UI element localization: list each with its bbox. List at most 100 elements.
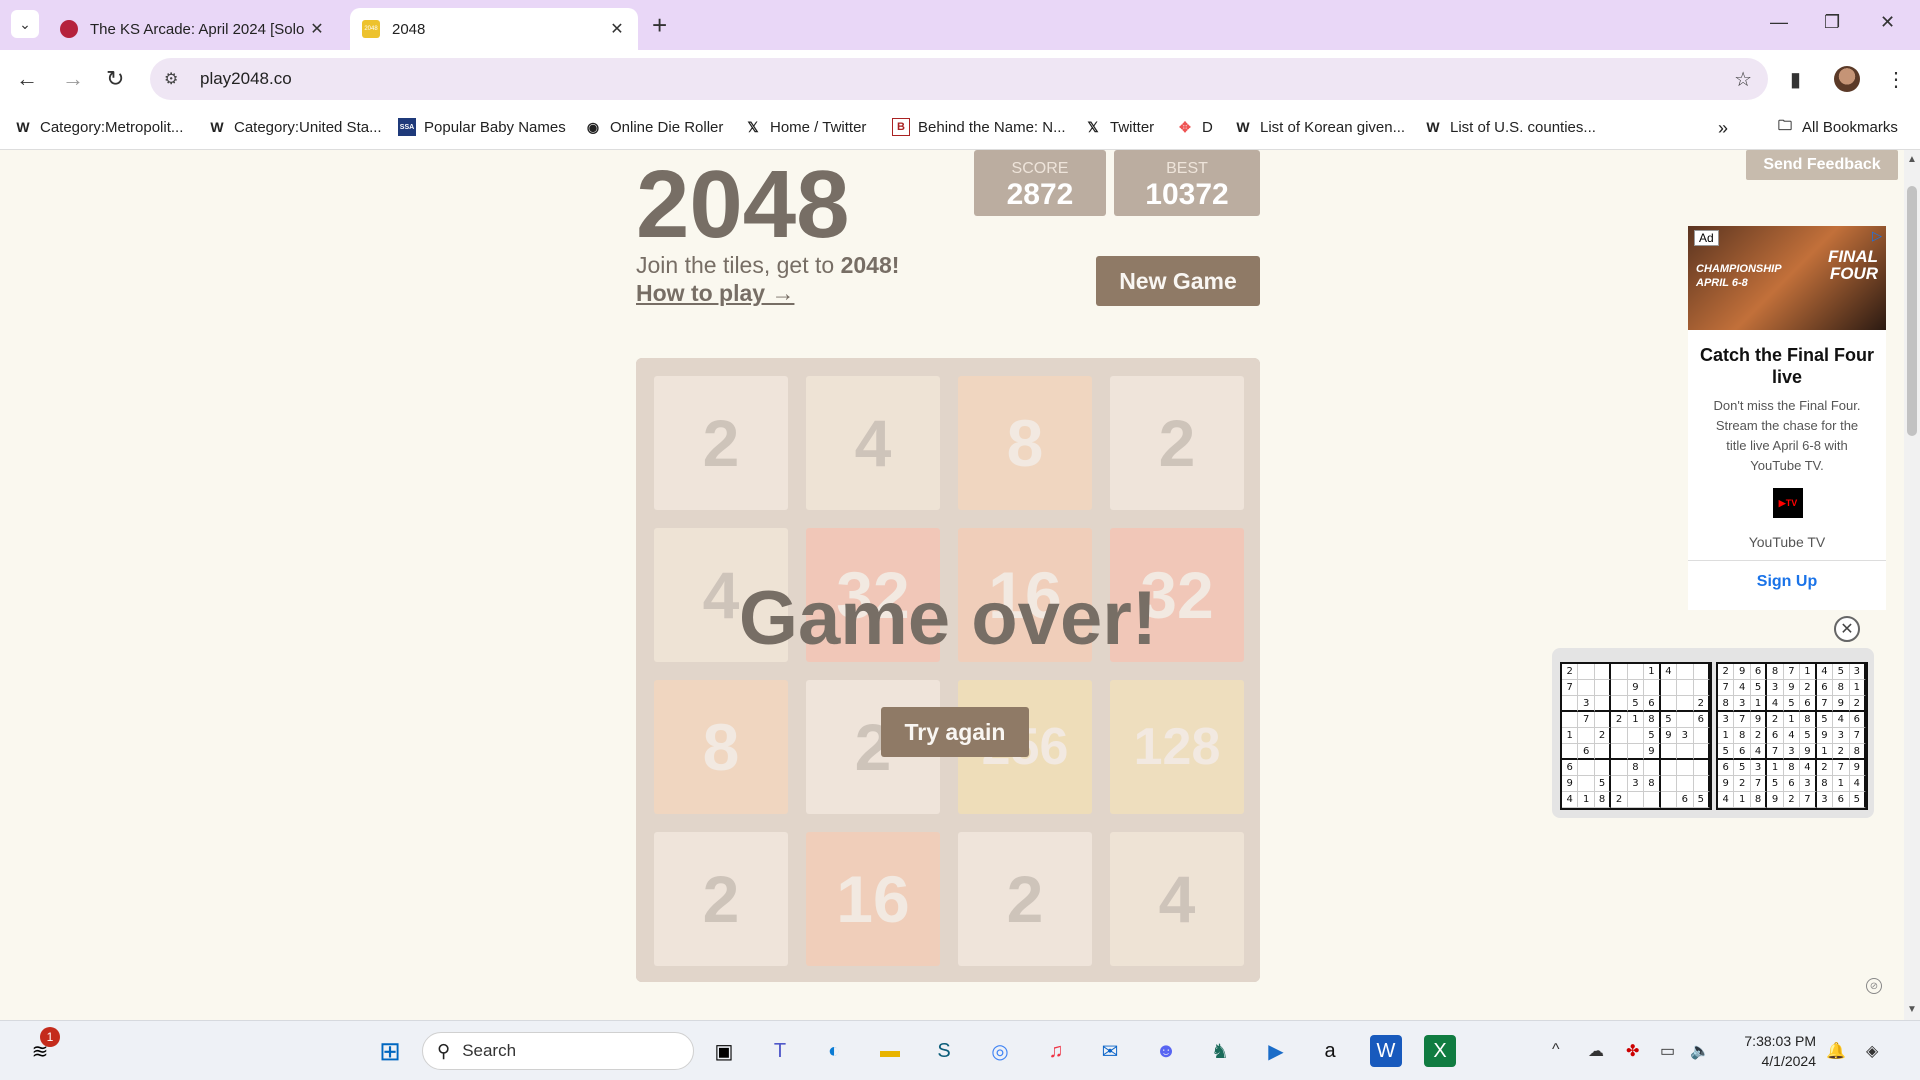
- globe-icon: ◉: [586, 118, 600, 135]
- profile-avatar[interactable]: [1834, 66, 1860, 92]
- ad-badge: Ad: [1694, 230, 1719, 246]
- bookmark-item[interactable]: SSA Popular Baby Names: [398, 118, 566, 136]
- sudoku-cell: 3: [1849, 664, 1866, 680]
- sudoku-cell: [1677, 696, 1694, 712]
- bookmark-item[interactable]: ✥ D: [1176, 118, 1213, 136]
- minimize-icon[interactable]: —: [1770, 12, 1788, 33]
- taskbar-search[interactable]: ⚲ Search: [422, 1032, 694, 1070]
- close-tab-icon[interactable]: ✕: [608, 19, 626, 39]
- show-hidden-icons-icon[interactable]: ^: [1552, 1041, 1560, 1059]
- ad-info-icon[interactable]: ⊘: [1866, 978, 1882, 994]
- amazon-icon[interactable]: a: [1314, 1035, 1346, 1067]
- discord-icon[interactable]: ☻: [1150, 1035, 1182, 1067]
- intro-prefix: Join the tiles, get to: [636, 252, 841, 278]
- tab-search-button[interactable]: ⌄: [11, 10, 39, 38]
- chrome-icon[interactable]: ◎: [984, 1035, 1016, 1067]
- sudoku-cell: 4: [1660, 664, 1678, 680]
- sudoku-ad[interactable]: 2147935627218561259369689538418265 29687…: [1552, 648, 1874, 818]
- volume-icon[interactable]: 🔈: [1690, 1041, 1710, 1061]
- all-bookmarks[interactable]: 🗀 All Bookmarks: [1776, 117, 1898, 136]
- clock[interactable]: 7:38:03 PM 4/1/2024: [1736, 1031, 1816, 1071]
- start-icon[interactable]: ⊞: [374, 1035, 406, 1067]
- bookmark-item[interactable]: W List of Korean given...: [1234, 118, 1405, 136]
- restore-icon[interactable]: ❐: [1824, 12, 1840, 33]
- tab-ks-arcade[interactable]: The KS Arcade: April 2024 [Solo ✕: [48, 8, 338, 50]
- edge-icon[interactable]: ◐: [818, 1035, 850, 1067]
- bookmark-item[interactable]: W Category:Metropolit...: [14, 118, 183, 136]
- ad-image[interactable]: CHAMPIONSHIP APRIL 6-8 FINAL FOUR Ad ▷: [1688, 226, 1886, 330]
- scroll-down-icon[interactable]: ▼: [1907, 1004, 1917, 1015]
- scrollbar-thumb[interactable]: [1907, 186, 1917, 436]
- more-bookmarks-icon[interactable]: »: [1718, 118, 1728, 139]
- sudoku-cell: [1627, 728, 1645, 744]
- notifications-bell-icon[interactable]: 🔔: [1826, 1041, 1846, 1061]
- tab-2048[interactable]: 2048 2048 ✕: [350, 8, 638, 50]
- sudoku-cell: [1562, 712, 1579, 728]
- sudoku-cell: 1: [1800, 664, 1817, 680]
- sudoku-cell: [1644, 760, 1661, 776]
- app-cat-icon[interactable]: ♞: [1204, 1035, 1236, 1067]
- bookmark-label: Behind the Name: N...: [918, 118, 1066, 136]
- excel-icon[interactable]: X: [1424, 1035, 1456, 1067]
- copilot-icon[interactable]: ◈: [1866, 1041, 1878, 1061]
- app-s-icon[interactable]: S: [928, 1035, 960, 1067]
- sudoku-cell: 1: [1750, 696, 1768, 712]
- url-text[interactable]: play2048.co: [200, 69, 292, 89]
- sudoku-cell: 2: [1693, 696, 1710, 712]
- bookmark-star-icon[interactable]: ☆: [1734, 67, 1752, 92]
- reload-icon[interactable]: ↻: [106, 66, 124, 92]
- file-explorer-icon[interactable]: ▬: [874, 1035, 906, 1067]
- sudoku-cell: 9: [1750, 712, 1768, 728]
- sudoku-cell: 4: [1783, 728, 1801, 744]
- ad-choices-icon[interactable]: ▷: [1872, 228, 1882, 244]
- bookmark-item[interactable]: W Category:United Sta...: [208, 118, 381, 136]
- new-tab-icon[interactable]: +: [652, 10, 667, 41]
- sudoku-cell: 5: [1800, 728, 1817, 744]
- bookmark-item[interactable]: W List of U.S. counties...: [1424, 118, 1596, 136]
- ad-title[interactable]: Catch the Final Four live: [1688, 344, 1886, 388]
- bookmark-label: List of Korean given...: [1260, 118, 1406, 136]
- media-player-icon[interactable]: ▶: [1260, 1035, 1292, 1067]
- sudoku-cell: 9: [1816, 728, 1834, 744]
- send-feedback-button[interactable]: Send Feedback: [1746, 150, 1898, 180]
- close-ad-icon[interactable]: ✕: [1834, 616, 1860, 642]
- page-scrollbar[interactable]: ▲ ▼: [1904, 150, 1920, 1020]
- bookmark-item[interactable]: 𝕏 Home / Twitter: [744, 118, 866, 136]
- bookmark-item[interactable]: 𝕏 Twitter: [1084, 118, 1154, 136]
- sudoku-cell: [1611, 744, 1628, 760]
- menu-icon[interactable]: ⋮: [1886, 67, 1906, 92]
- wikipedia-icon: W: [210, 119, 224, 135]
- how-to-play-link[interactable]: How to play →: [636, 280, 794, 307]
- site-info-icon[interactable]: ⚙: [164, 69, 188, 89]
- sudoku-cell: 6: [1849, 712, 1866, 728]
- onedrive-icon[interactable]: ☁: [1588, 1041, 1604, 1061]
- itunes-icon[interactable]: ♫: [1040, 1035, 1072, 1067]
- side-panel-icon[interactable]: ▮: [1790, 67, 1801, 92]
- forward-icon[interactable]: →: [62, 66, 84, 92]
- teams-icon[interactable]: T: [764, 1035, 796, 1067]
- sudoku-cell: [1693, 760, 1710, 776]
- bookmark-item[interactable]: ◉ Online Die Roller: [584, 118, 724, 136]
- sudoku-cell: 1: [1627, 712, 1645, 728]
- scroll-up-icon[interactable]: ▲: [1907, 154, 1917, 165]
- bookmark-item[interactable]: B Behind the Name: N...: [892, 118, 1066, 136]
- word-icon[interactable]: W: [1370, 1035, 1402, 1067]
- sudoku-cell: 8: [1800, 712, 1817, 728]
- new-game-button[interactable]: New Game: [1096, 256, 1260, 306]
- network-icon[interactable]: ▭: [1660, 1041, 1675, 1061]
- sudoku-cell: 5: [1833, 664, 1850, 680]
- youtube-tv-logo-icon: ▶TV: [1773, 488, 1803, 518]
- ad-image-subtext: CHAMPIONSHIP APRIL 6-8: [1696, 263, 1782, 289]
- close-window-icon[interactable]: ✕: [1880, 12, 1895, 33]
- mail-icon[interactable]: ✉: [1094, 1035, 1126, 1067]
- close-tab-icon[interactable]: ✕: [308, 19, 326, 39]
- sudoku-cell: [1578, 664, 1595, 680]
- task-view-icon[interactable]: ▣: [708, 1035, 740, 1067]
- back-icon[interactable]: ←: [16, 66, 38, 92]
- try-again-button[interactable]: Try again: [881, 707, 1029, 757]
- tray-app-icon[interactable]: ✤: [1626, 1041, 1639, 1061]
- ad-sign-up-button[interactable]: Sign Up: [1688, 560, 1886, 591]
- address-bar[interactable]: ⚙ play2048.co ☆: [150, 58, 1768, 100]
- sudoku-cell: [1594, 744, 1612, 760]
- ad-panel[interactable]: CHAMPIONSHIP APRIL 6-8 FINAL FOUR Ad ▷ C…: [1688, 226, 1886, 610]
